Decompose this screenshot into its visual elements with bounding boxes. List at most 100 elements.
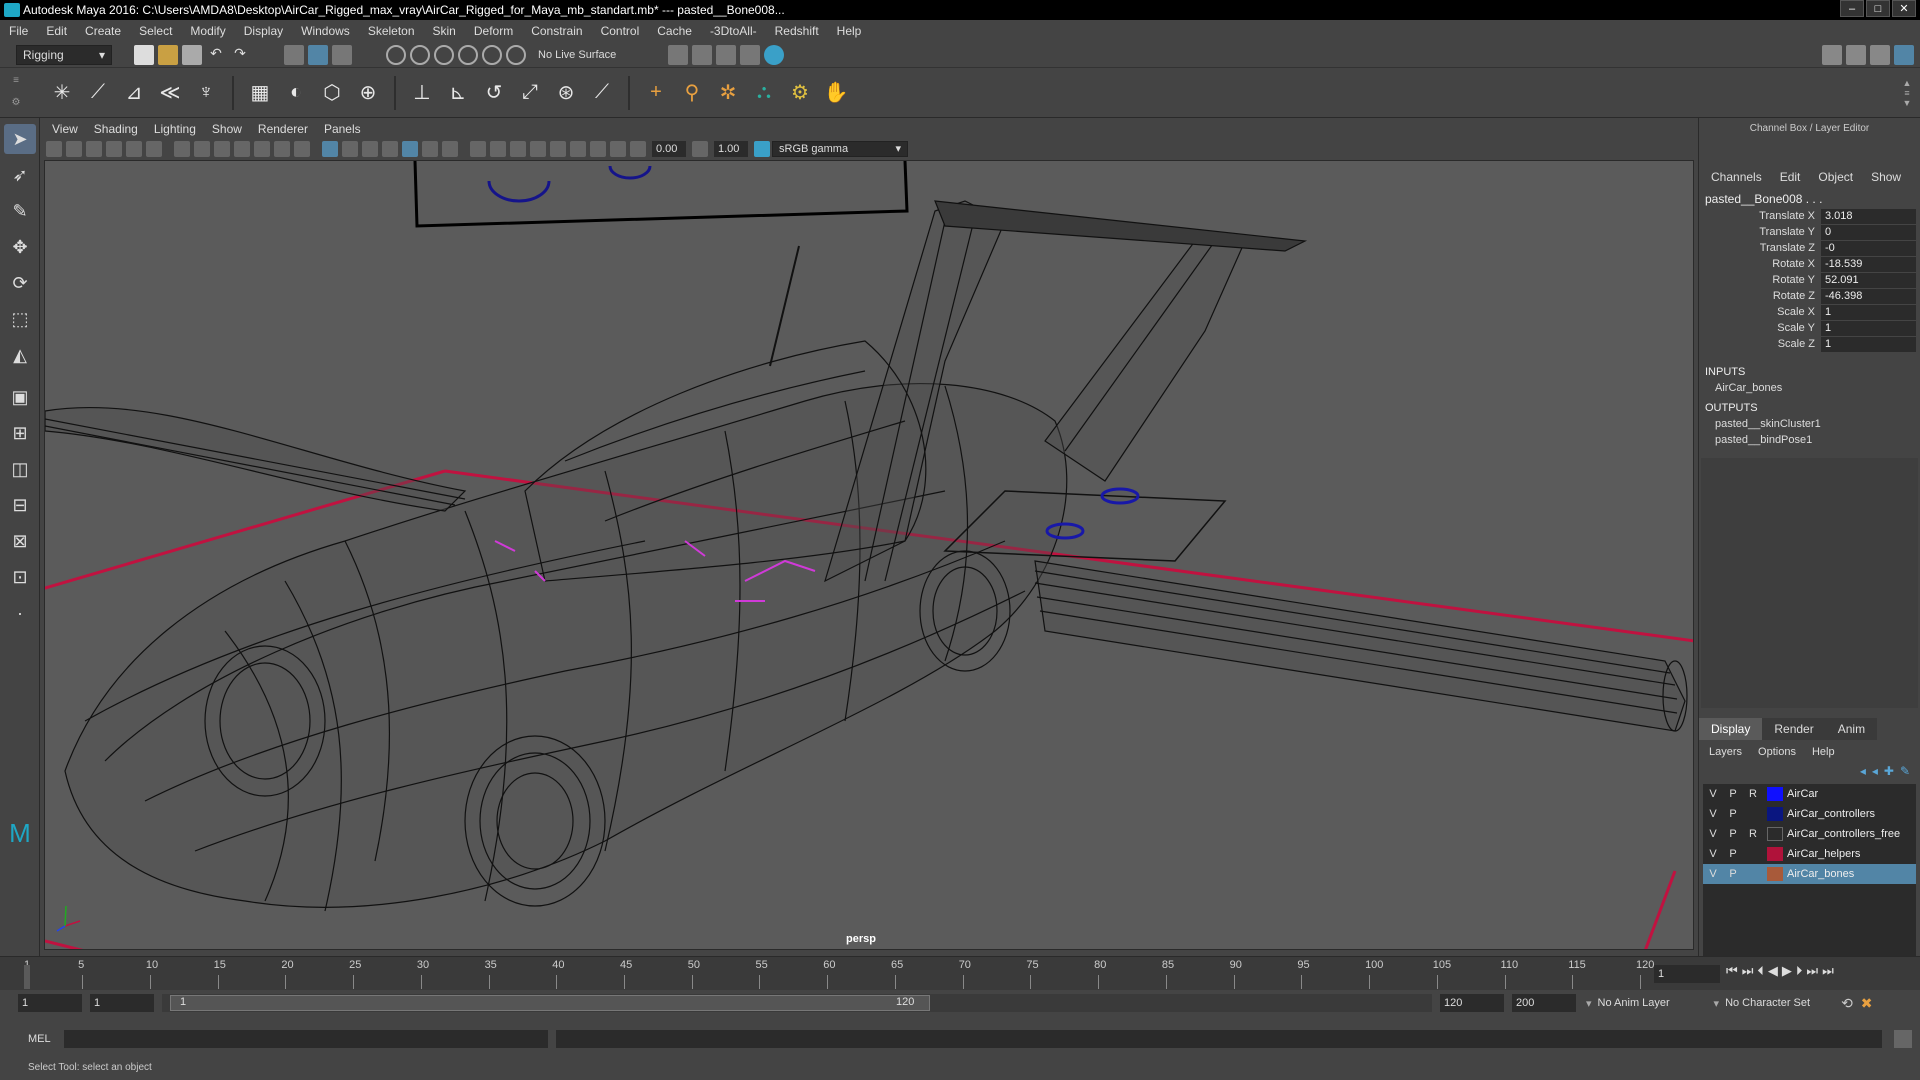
image-plane-icon[interactable] [106, 141, 122, 157]
move-tool-icon[interactable]: ✥ [4, 232, 36, 262]
layer-color-swatch[interactable] [1767, 787, 1783, 801]
exposure-field[interactable]: 0.00 [652, 141, 686, 157]
cluster-icon[interactable]: ⊕ [353, 78, 383, 108]
layer-color-swatch[interactable] [1767, 867, 1783, 881]
select-hierarchy-icon[interactable] [284, 44, 304, 65]
2d-pan-icon[interactable] [126, 141, 142, 157]
layer-display-type[interactable]: R [1743, 828, 1763, 840]
layer-name[interactable]: AirCar_controllers_free [1787, 828, 1905, 840]
output-node[interactable]: pasted__bindPose1 [1699, 432, 1920, 448]
ipr-render-icon[interactable] [716, 44, 737, 65]
layer-name[interactable]: AirCar [1787, 788, 1818, 800]
ik-fk-icon[interactable]: ⚲ [677, 78, 707, 108]
gamma-field[interactable]: 1.00 [714, 141, 748, 157]
layer-name[interactable]: AirCar_controllers [1787, 808, 1875, 820]
layout-four-icon[interactable]: ⊞ [4, 418, 36, 448]
attr-value[interactable]: 3.018 [1821, 208, 1916, 224]
grid-toggle-icon[interactable] [174, 141, 190, 157]
pose-tool-icon[interactable]: ⚙ [785, 78, 815, 108]
menu-skeleton[interactable]: Skeleton [359, 24, 424, 38]
shelf-scroll-icon[interactable]: ▲ ≡ ▼ [1900, 78, 1914, 108]
step-back-key-icon[interactable]: ⏭ [1742, 963, 1754, 979]
go-to-end-icon[interactable]: ⏭ [1822, 963, 1834, 979]
ik-handle-icon[interactable]: ⊿ [119, 78, 149, 108]
select-tool-icon[interactable]: ➤ [4, 124, 36, 154]
attr-value[interactable]: -46.398 [1821, 288, 1916, 304]
attr-value[interactable]: 0 [1821, 224, 1916, 240]
script-editor-icon[interactable] [1894, 1030, 1912, 1048]
xray-active-icon[interactable] [442, 141, 458, 157]
snap-view-icon[interactable] [458, 44, 478, 65]
character-set-dropdown[interactable]: No Character Set [1725, 997, 1837, 1009]
layout-outliner-icon[interactable]: ⊟ [4, 490, 36, 520]
menu-display[interactable]: Display [235, 24, 292, 38]
new-scene-icon[interactable] [134, 44, 154, 65]
bind-skin-icon[interactable]: ▦ [245, 78, 275, 108]
play-forward-icon[interactable]: ▶ [1782, 963, 1792, 979]
menu-redshift[interactable]: Redshift [766, 24, 828, 38]
attr-row[interactable]: Translate Z -0 [1699, 240, 1920, 256]
camera-lock-icon[interactable] [610, 141, 626, 157]
move-layer-down-icon[interactable]: ◂ [1872, 764, 1878, 778]
layer-row[interactable]: V P AirCar_helpers [1703, 844, 1916, 864]
render-tool-icon[interactable]: ✋ [821, 78, 851, 108]
vp-menu-show[interactable]: Show [204, 122, 250, 136]
channel-box-toggle-icon[interactable] [1894, 44, 1914, 65]
attr-row[interactable]: Rotate Y 52.091 [1699, 272, 1920, 288]
move-layer-up-icon[interactable]: ◂ [1860, 764, 1866, 778]
layer-visibility[interactable]: V [1703, 848, 1723, 860]
menuset-dropdown[interactable]: Rigging ▾ [16, 44, 112, 65]
layer-menu-options[interactable]: Options [1758, 746, 1796, 758]
layer-visibility[interactable]: V [1703, 868, 1723, 880]
xray-joints-icon[interactable] [422, 141, 438, 157]
layer-row[interactable]: V P R AirCar_controllers_free [1703, 824, 1916, 844]
orient-constraint-icon[interactable]: ↺ [479, 78, 509, 108]
pole-vector-icon[interactable]: ⟋ [587, 78, 617, 108]
menu-control[interactable]: Control [592, 24, 649, 38]
layer-name[interactable]: AirCar_bones [1787, 868, 1854, 880]
layer-visibility[interactable]: V [1703, 788, 1723, 800]
output-node[interactable]: pasted__skinCluster1 [1699, 416, 1920, 432]
menu-deform[interactable]: Deform [465, 24, 522, 38]
animation-end-field[interactable]: 200 [1512, 994, 1576, 1012]
play-back-icon[interactable]: ◀ [1768, 963, 1778, 979]
safe-action-icon[interactable] [274, 141, 290, 157]
attr-row[interactable]: Rotate X -18.539 [1699, 256, 1920, 272]
viewport-persp[interactable]: persp [44, 160, 1694, 950]
layout-graph-icon[interactable]: ⊠ [4, 526, 36, 556]
render-view-icon[interactable] [668, 44, 689, 65]
undo-icon[interactable]: ↶ [206, 45, 226, 65]
exposure-icon[interactable] [630, 141, 646, 157]
motion-blur-icon[interactable] [530, 141, 546, 157]
vp-menu-panels[interactable]: Panels [316, 122, 369, 136]
bookmark-icon[interactable] [86, 141, 102, 157]
shadows-icon[interactable] [490, 141, 506, 157]
menu-constrain[interactable]: Constrain [522, 24, 591, 38]
layer-menu-help[interactable]: Help [1812, 746, 1835, 758]
cb-tab-object[interactable]: Object [1818, 170, 1853, 184]
layer-row[interactable]: V P AirCar_bones [1703, 864, 1916, 884]
gamma-icon[interactable] [692, 141, 708, 157]
anim-layer-dropdown[interactable]: No Anim Layer [1598, 997, 1708, 1009]
chevron-down-icon[interactable]: ▾ [1714, 997, 1720, 1010]
layer-tab-display[interactable]: Display [1699, 718, 1763, 740]
menu-select[interactable]: Select [130, 24, 181, 38]
menu-cache[interactable]: Cache [648, 24, 701, 38]
step-forward-key-icon[interactable]: ⏭ [1806, 963, 1818, 979]
layout-extra-icon[interactable]: · [4, 598, 36, 628]
minimize-button[interactable]: – [1840, 0, 1864, 17]
snap-grid-icon[interactable] [386, 44, 406, 65]
playback-start-field[interactable]: 1 [90, 994, 154, 1012]
redo-icon[interactable]: ↷ [230, 45, 250, 65]
layer-name[interactable]: AirCar_helpers [1787, 848, 1860, 860]
render-settings-icon[interactable] [740, 44, 761, 65]
field-chart-icon[interactable] [254, 141, 270, 157]
selected-object-name[interactable]: pasted__Bone008 . . . [1699, 190, 1920, 208]
scale-tool-icon[interactable]: ⬚ [4, 304, 36, 334]
insert-joint-icon[interactable]: ⟋ [83, 78, 113, 108]
current-time-indicator[interactable] [24, 965, 30, 989]
attr-value[interactable]: 1 [1821, 320, 1916, 336]
open-scene-icon[interactable] [158, 44, 178, 65]
menu-windows[interactable]: Windows [292, 24, 359, 38]
menu-3dtoall[interactable]: -3DtoAll- [701, 24, 766, 38]
